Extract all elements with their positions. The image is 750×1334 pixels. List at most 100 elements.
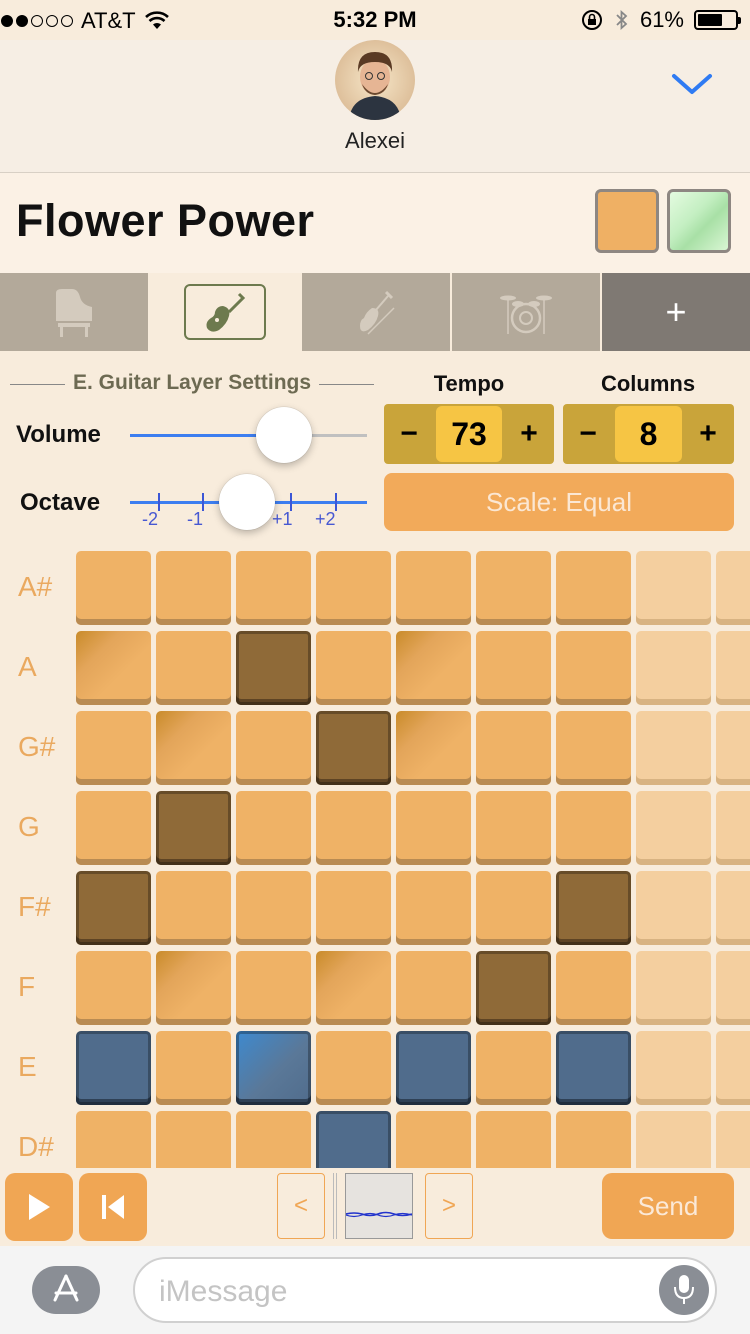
- grid-cell[interactable]: [236, 711, 311, 785]
- tab-electric-guitar[interactable]: [150, 273, 300, 351]
- grid-cell[interactable]: [76, 951, 151, 1025]
- grid-cell[interactable]: [396, 951, 471, 1025]
- grid-cell[interactable]: [316, 631, 391, 705]
- grid-cell[interactable]: [236, 871, 311, 945]
- grid-cell[interactable]: [156, 1031, 231, 1105]
- page-thumbnail[interactable]: [345, 1173, 413, 1239]
- columns-decrease-button[interactable]: −: [563, 404, 613, 464]
- chevron-down-icon[interactable]: [668, 70, 716, 100]
- grid-cell[interactable]: [636, 791, 711, 865]
- octave-slider-knob[interactable]: [219, 474, 275, 530]
- grid-cell[interactable]: [76, 551, 151, 625]
- tempo-increase-button[interactable]: +: [504, 404, 554, 464]
- grid-cell[interactable]: [396, 1111, 471, 1169]
- grid-cell[interactable]: [396, 631, 471, 705]
- message-input[interactable]: iMessage: [133, 1257, 717, 1323]
- grid-cell[interactable]: [716, 791, 750, 865]
- grid-cell[interactable]: [716, 951, 750, 1025]
- grid-cell[interactable]: [476, 1031, 551, 1105]
- grid-cell[interactable]: [396, 791, 471, 865]
- grid-cell[interactable]: [156, 951, 231, 1025]
- color-swatch-green[interactable]: [667, 189, 731, 253]
- electric-guitar-icon: [206, 292, 246, 332]
- tab-add-layer[interactable]: +: [602, 273, 750, 351]
- grid-cell[interactable]: [316, 791, 391, 865]
- previous-page-button[interactable]: <: [277, 1173, 325, 1239]
- grid-cell[interactable]: [316, 871, 391, 945]
- grid-cell[interactable]: [636, 631, 711, 705]
- grid-cell[interactable]: [636, 871, 711, 945]
- grid-cell[interactable]: [76, 1111, 151, 1169]
- grid-cell[interactable]: [636, 1031, 711, 1105]
- scale-button[interactable]: Scale: Equal: [384, 473, 734, 531]
- volume-slider-knob[interactable]: [256, 407, 312, 463]
- grid-cell[interactable]: [236, 1111, 311, 1169]
- grid-cell[interactable]: [396, 1031, 471, 1105]
- columns-increase-button[interactable]: +: [683, 404, 733, 464]
- grid-cell[interactable]: [156, 1111, 231, 1169]
- grid-cell[interactable]: [316, 551, 391, 625]
- grid-cell[interactable]: [316, 1031, 391, 1105]
- play-button[interactable]: [5, 1173, 73, 1241]
- grid-cell[interactable]: [156, 551, 231, 625]
- grid-cell[interactable]: [636, 951, 711, 1025]
- grid-cell[interactable]: [476, 871, 551, 945]
- grid-cell[interactable]: [76, 711, 151, 785]
- grid-cell[interactable]: [236, 791, 311, 865]
- grid-cell[interactable]: [236, 551, 311, 625]
- send-button[interactable]: Send: [602, 1173, 734, 1239]
- tab-violin[interactable]: [302, 273, 450, 351]
- grid-cell[interactable]: [156, 871, 231, 945]
- microphone-button[interactable]: [659, 1265, 709, 1315]
- grid-cell[interactable]: [476, 631, 551, 705]
- grid-cell[interactable]: [556, 951, 631, 1025]
- grid-cell[interactable]: [716, 1031, 750, 1105]
- color-swatch-orange[interactable]: [595, 189, 659, 253]
- grid-cell[interactable]: [556, 1111, 631, 1169]
- tab-drums[interactable]: [452, 273, 600, 351]
- grid-cell[interactable]: [476, 1111, 551, 1169]
- tab-piano[interactable]: [0, 273, 148, 351]
- grid-cell[interactable]: [316, 711, 391, 785]
- grid-cell[interactable]: [236, 951, 311, 1025]
- grid-cell[interactable]: [396, 711, 471, 785]
- grid-cell[interactable]: [476, 791, 551, 865]
- grid-cell[interactable]: [716, 551, 750, 625]
- grid-cell[interactable]: [156, 711, 231, 785]
- grid-cell[interactable]: [476, 711, 551, 785]
- app-store-button[interactable]: [32, 1266, 100, 1314]
- grid-cell[interactable]: [636, 1111, 711, 1169]
- grid-cell[interactable]: [716, 1111, 750, 1169]
- grid-cell[interactable]: [476, 551, 551, 625]
- grid-cell[interactable]: [76, 791, 151, 865]
- avatar[interactable]: [335, 40, 415, 120]
- grid-cell[interactable]: [716, 871, 750, 945]
- grid-cell[interactable]: [556, 711, 631, 785]
- grid-cell[interactable]: [236, 1031, 311, 1105]
- grid-cell[interactable]: [636, 711, 711, 785]
- grid-cell[interactable]: [476, 951, 551, 1025]
- grid-cell[interactable]: [636, 551, 711, 625]
- grid-cell[interactable]: [556, 631, 631, 705]
- next-page-button[interactable]: >: [425, 1173, 473, 1239]
- grid-cell[interactable]: [156, 631, 231, 705]
- grid-cell[interactable]: [76, 871, 151, 945]
- song-title[interactable]: Flower Power: [16, 195, 315, 247]
- tempo-decrease-button[interactable]: −: [384, 404, 434, 464]
- grid-cell[interactable]: [76, 1031, 151, 1105]
- grid-cell[interactable]: [556, 551, 631, 625]
- grid-cell[interactable]: [556, 871, 631, 945]
- grid-cell[interactable]: [396, 551, 471, 625]
- rewind-button[interactable]: [79, 1173, 147, 1241]
- grid-cell[interactable]: [316, 951, 391, 1025]
- grid-cell[interactable]: [236, 631, 311, 705]
- grid-cell[interactable]: [716, 711, 750, 785]
- grid-cell[interactable]: [156, 791, 231, 865]
- grid-cell[interactable]: [76, 631, 151, 705]
- grid-cell[interactable]: [716, 631, 750, 705]
- message-input-placeholder: iMessage: [159, 1275, 288, 1308]
- grid-cell[interactable]: [556, 791, 631, 865]
- grid-cell[interactable]: [316, 1111, 391, 1169]
- grid-cell[interactable]: [556, 1031, 631, 1105]
- grid-cell[interactable]: [396, 871, 471, 945]
